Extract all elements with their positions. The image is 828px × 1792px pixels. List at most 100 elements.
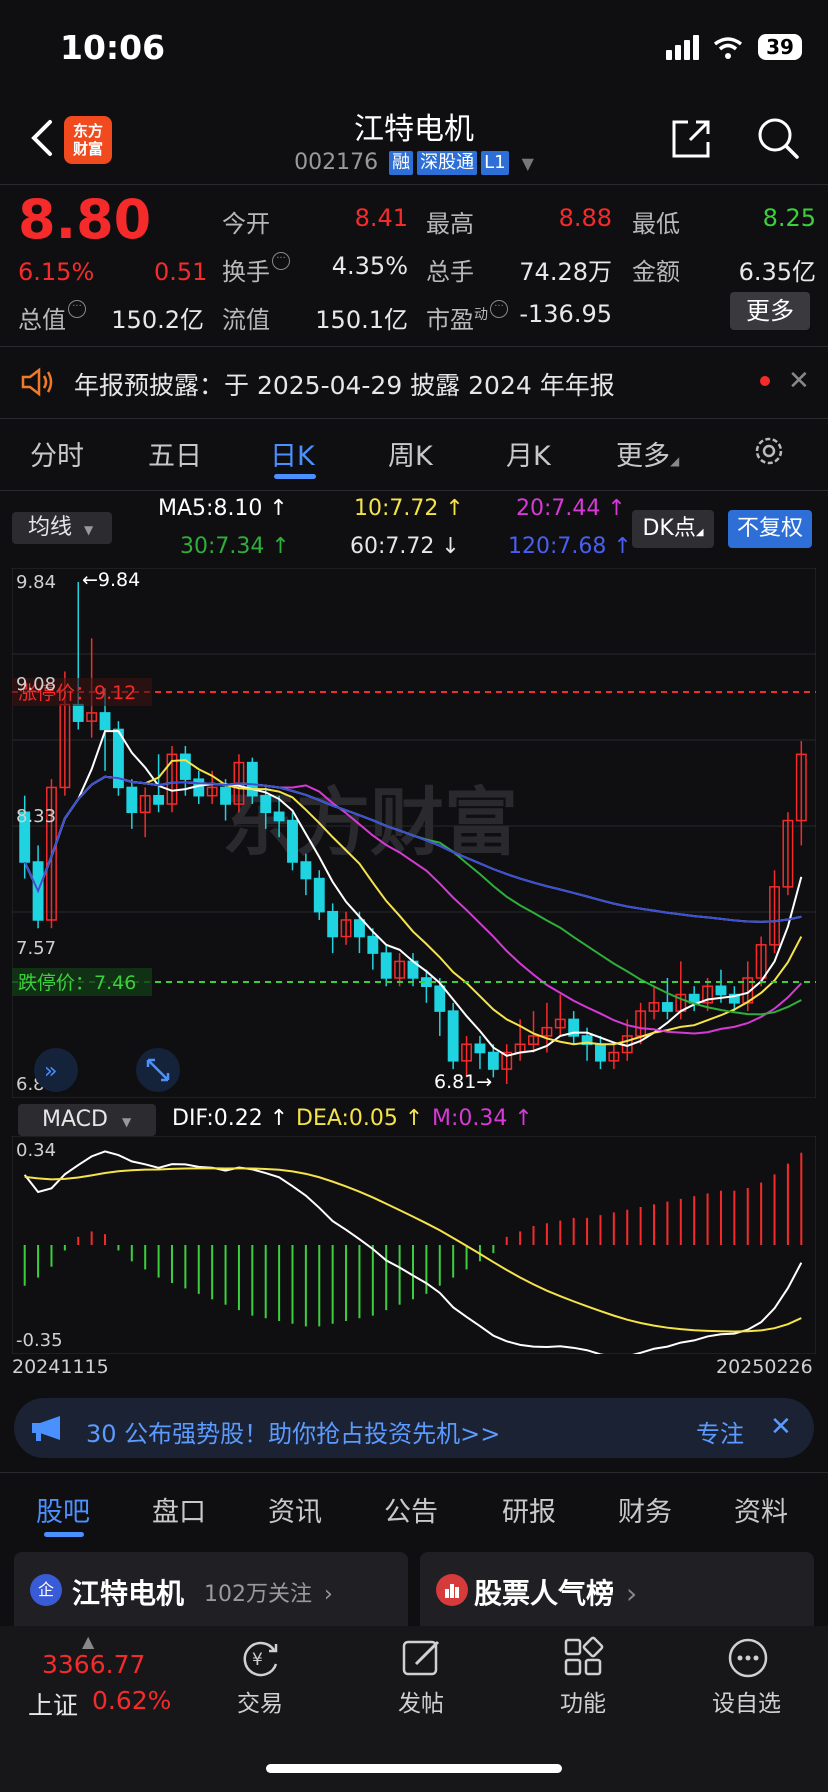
tab-weekly-k[interactable]: 周K bbox=[388, 434, 433, 473]
candle-body bbox=[327, 910, 339, 938]
info-icon[interactable]: ··· bbox=[490, 300, 508, 318]
candle-body bbox=[447, 1010, 459, 1062]
ma120-value: 120:7.68 ↑ bbox=[508, 534, 632, 559]
amount-label: 金额 bbox=[632, 258, 680, 286]
candle-body bbox=[380, 952, 392, 979]
candle-body bbox=[487, 1051, 499, 1070]
stock-code: 002176 bbox=[294, 150, 379, 175]
speaker-icon bbox=[21, 367, 53, 397]
tab-underline bbox=[274, 474, 316, 479]
search-icon[interactable] bbox=[756, 116, 800, 160]
index-percent[interactable]: 0.62% bbox=[92, 1686, 171, 1715]
volume-value: 74.28万 bbox=[519, 258, 612, 286]
svg-text:»: » bbox=[44, 1059, 57, 1084]
close-icon[interactable]: ✕ bbox=[788, 366, 810, 396]
divider bbox=[0, 490, 828, 491]
battery-icon: 39 bbox=[758, 34, 802, 60]
adjust-button[interactable]: 不复权 bbox=[728, 510, 812, 548]
info-icon[interactable]: ··· bbox=[68, 300, 86, 318]
open-label: 今开 bbox=[222, 210, 270, 238]
chevron-up-icon[interactable]: ▲ bbox=[82, 1632, 94, 1651]
macd-chart[interactable]: 0.34 -0.35 bbox=[12, 1136, 816, 1354]
open-value: 8.41 bbox=[354, 204, 408, 232]
dea-value: DEA:0.05 ↑ bbox=[296, 1106, 424, 1131]
dk-point-button[interactable]: DK点◢ bbox=[632, 510, 714, 548]
tab-monthly-k[interactable]: 月K bbox=[506, 434, 551, 473]
chevron-right-icon: › bbox=[324, 1582, 333, 1607]
candle-body bbox=[126, 786, 138, 814]
candle-body bbox=[260, 794, 272, 814]
forum-card-title: 江特电机 bbox=[72, 1577, 185, 1610]
tab-announcements[interactable]: 公告 bbox=[384, 1490, 438, 1529]
share-icon[interactable] bbox=[668, 116, 714, 162]
indicator-select[interactable]: MACD ▼ bbox=[18, 1104, 156, 1136]
tab-news[interactable]: 资讯 bbox=[268, 1490, 322, 1529]
change-amount: 0.51 bbox=[154, 258, 208, 286]
announcement-text[interactable]: 年报预披露：于 2025-04-29 披露 2024 年年报 bbox=[74, 366, 615, 402]
nav-add-watchlist[interactable]: 设自选 bbox=[712, 1684, 781, 1718]
pe-value: -136.95 bbox=[519, 300, 612, 328]
promo-text[interactable]: 30 公布强势股！助你抢占投资先机>> bbox=[86, 1414, 500, 1449]
nav-functions[interactable]: 功能 bbox=[560, 1684, 606, 1718]
tab-finance[interactable]: 财务 bbox=[618, 1490, 672, 1529]
popularity-card-title: 股票人气榜 › bbox=[474, 1577, 638, 1610]
candle-body bbox=[354, 919, 365, 938]
volume-label: 总手 bbox=[426, 258, 474, 286]
kline-chart[interactable]: 东方财富 跌停价：7.46 涨停价：9.12 9.84 9.08 8.33 7.… bbox=[12, 568, 816, 1098]
nav-trade[interactable]: 交易 bbox=[237, 1684, 283, 1718]
signal-icon bbox=[665, 35, 707, 60]
tab-more[interactable]: 更多◢ bbox=[616, 434, 679, 473]
index-value[interactable]: 3366.77 bbox=[42, 1650, 145, 1679]
candle-body bbox=[179, 753, 191, 780]
info-icon[interactable]: ··· bbox=[272, 252, 290, 270]
candle-body bbox=[595, 1043, 606, 1062]
index-name[interactable]: 上证 bbox=[28, 1686, 78, 1722]
company-icon: 企 bbox=[30, 1574, 62, 1606]
tab-five-day[interactable]: 五日 bbox=[148, 434, 202, 473]
tab-daily-k[interactable]: 日K bbox=[270, 434, 315, 473]
divider bbox=[0, 346, 828, 347]
candle-body bbox=[434, 985, 446, 1012]
candle-body bbox=[287, 819, 298, 863]
status-icons: 39 bbox=[665, 34, 802, 62]
tab-research[interactable]: 研报 bbox=[502, 1490, 556, 1529]
low-marker: 6.81→ bbox=[434, 1071, 492, 1093]
limit-down-label: 跌停价：7.46 bbox=[18, 972, 136, 994]
chevron-right-icon: › bbox=[626, 1577, 638, 1610]
wifi-icon bbox=[713, 37, 742, 59]
macd-y-top: 0.34 bbox=[16, 1140, 56, 1161]
candle-body bbox=[313, 877, 325, 913]
ma60-value: 60:7.72 ↓ bbox=[350, 534, 460, 559]
last-price: 8.80 bbox=[18, 188, 152, 251]
tag-margin: 融 bbox=[389, 151, 414, 175]
more-button[interactable]: 更多 bbox=[730, 292, 810, 330]
candle-body bbox=[661, 1002, 673, 1012]
ma-select[interactable]: 均线 ▼ bbox=[12, 512, 112, 544]
post-icon[interactable] bbox=[400, 1636, 444, 1680]
mktcap-label: 总值 ··· bbox=[18, 300, 86, 335]
turnover-value: 4.35% bbox=[331, 252, 408, 280]
low-value: 8.25 bbox=[762, 204, 816, 232]
change-percent: 6.15% bbox=[18, 258, 95, 286]
gear-icon[interactable] bbox=[752, 434, 786, 468]
divider bbox=[0, 184, 828, 185]
y-label-3: 7.57 bbox=[16, 938, 56, 959]
turnover-label: 换手 ··· bbox=[222, 252, 290, 287]
chevron-down-icon: ▼ bbox=[521, 154, 534, 173]
close-icon[interactable]: ✕ bbox=[770, 1412, 792, 1442]
tab-guba[interactable]: 股吧 bbox=[36, 1490, 90, 1529]
candle-body bbox=[72, 703, 84, 722]
ranking-icon bbox=[436, 1574, 468, 1606]
more-dots-icon[interactable] bbox=[726, 1636, 770, 1680]
promo-follow-button[interactable]: 专注 bbox=[696, 1414, 744, 1449]
nav-post[interactable]: 发帖 bbox=[398, 1684, 444, 1718]
tab-pankou[interactable]: 盘口 bbox=[152, 1490, 206, 1529]
tab-profile[interactable]: 资料 bbox=[734, 1490, 788, 1529]
functions-icon[interactable] bbox=[562, 1636, 606, 1680]
low-label: 最低 bbox=[632, 210, 680, 238]
candle-body bbox=[99, 712, 111, 731]
megaphone-icon bbox=[32, 1416, 60, 1441]
unread-dot bbox=[760, 376, 770, 386]
tab-intraday[interactable]: 分时 bbox=[30, 434, 84, 473]
trade-icon[interactable]: ¥ bbox=[238, 1636, 282, 1680]
